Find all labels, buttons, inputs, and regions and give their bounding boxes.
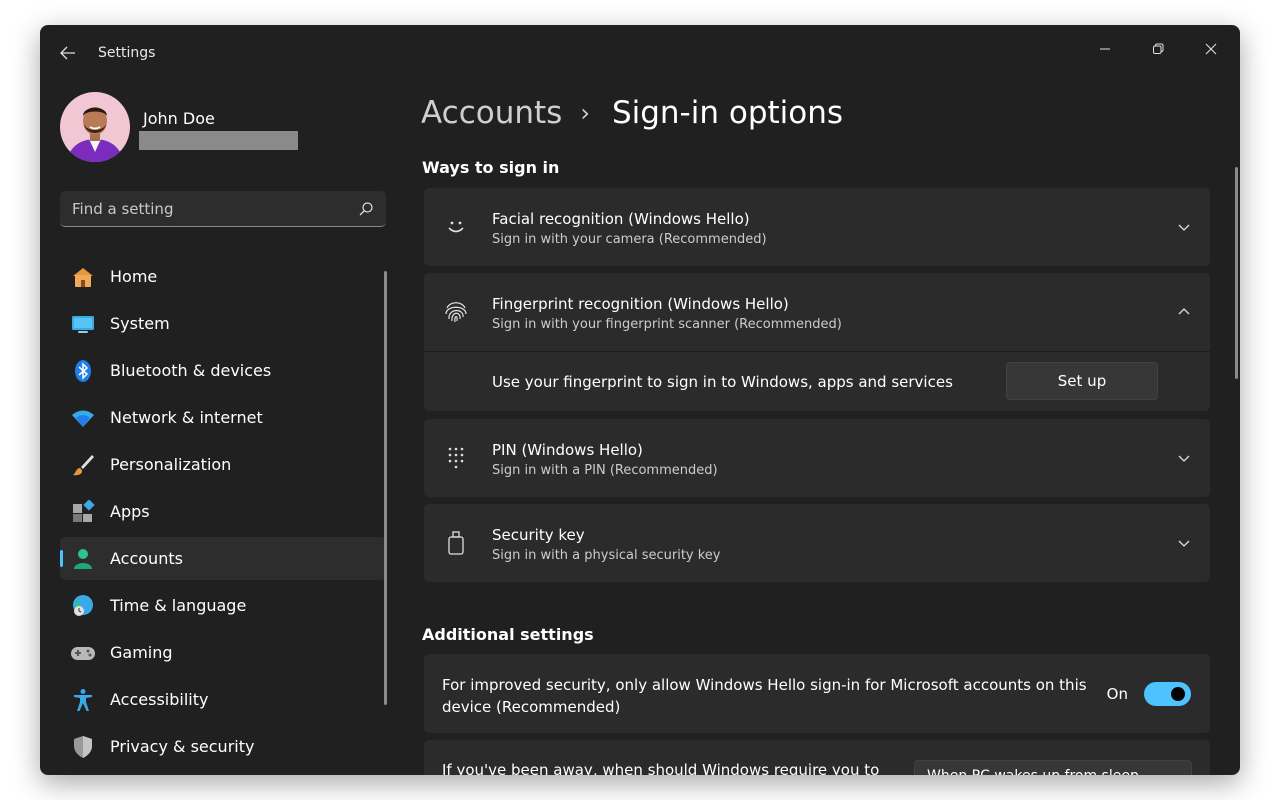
sidebar-item-home[interactable]: Home <box>60 255 386 298</box>
card-title: PIN (Windows Hello) <box>492 441 643 459</box>
sidebar-item-personalization[interactable]: Personalization <box>60 443 386 486</box>
gamepad-icon <box>70 640 96 666</box>
restore-button[interactable] <box>1138 33 1178 65</box>
sidebar-item-label: Time & language <box>110 596 247 615</box>
require-signin-setting-card: If you've been away, when should Windows… <box>424 740 1210 775</box>
home-icon <box>70 264 96 290</box>
page-title: Sign-in options <box>611 95 844 131</box>
section-title-ways: Ways to sign in <box>422 158 560 177</box>
face-icon <box>442 213 470 241</box>
sidebar-item-time-language[interactable]: Time & language <box>60 584 386 627</box>
sidebar-item-label: Accounts <box>110 549 183 568</box>
search-box <box>60 191 386 227</box>
globe-clock-icon <box>70 593 96 619</box>
sidebar-item-bluetooth[interactable]: Bluetooth & devices <box>60 349 386 392</box>
sidebar-item-label: Apps <box>110 502 150 521</box>
back-button[interactable] <box>54 39 82 67</box>
user-photo-icon <box>60 92 130 162</box>
require-signin-setting-text: If you've been away, when should Windows… <box>442 761 880 775</box>
sidebar-item-label: Personalization <box>110 455 232 474</box>
minimize-icon <box>1100 48 1110 50</box>
close-icon <box>1205 43 1217 55</box>
pin-card[interactable]: PIN (Windows Hello) Sign in with a PIN (… <box>424 419 1210 497</box>
fingerprint-setup-button[interactable]: Set up <box>1006 362 1158 400</box>
minimize-button[interactable] <box>1085 33 1125 65</box>
hello-only-toggle[interactable] <box>1144 682 1191 706</box>
fingerprint-icon <box>442 298 470 326</box>
sidebar-item-label: Network & internet <box>110 408 263 427</box>
chevron-down-icon <box>1178 540 1190 547</box>
fingerprint-recognition-card[interactable]: Fingerprint recognition (Windows Hello) … <box>424 273 1210 351</box>
chevron-up-icon <box>1178 308 1190 315</box>
card-subtitle: Sign in with a PIN (Recommended) <box>492 463 718 478</box>
sidebar-item-label: Bluetooth & devices <box>110 361 272 380</box>
card-title: Security key <box>492 526 585 544</box>
chevron-down-icon <box>1178 455 1190 462</box>
app-title: Settings <box>98 45 156 61</box>
search-icon[interactable] <box>358 201 374 217</box>
security-key-card[interactable]: Security key Sign in with a physical sec… <box>424 504 1210 582</box>
avatar[interactable] <box>60 92 130 162</box>
card-subtitle: Sign in with your camera (Recommended) <box>492 232 767 247</box>
brush-icon <box>70 452 96 478</box>
pin-keypad-icon <box>442 444 470 472</box>
sidebar-item-label: System <box>110 314 170 333</box>
back-arrow-icon <box>60 46 75 60</box>
sidebar-item-accounts[interactable]: Accounts <box>60 537 386 580</box>
sidebar-item-label: Gaming <box>110 643 173 662</box>
hello-only-setting-text: For improved security, only allow Window… <box>442 676 1087 716</box>
chevron-down-icon <box>1178 224 1190 231</box>
accessibility-icon <box>70 687 96 713</box>
breadcrumb: Accounts › Sign-in options <box>421 91 843 135</box>
main-scrollbar[interactable] <box>1235 167 1238 379</box>
toggle-state-label: On <box>1106 685 1128 703</box>
sidebar-item-system[interactable]: System <box>60 302 386 345</box>
sidebar-item-apps[interactable]: Apps <box>60 490 386 533</box>
card-subtitle: Sign in with your fingerprint scanner (R… <box>492 317 842 332</box>
card-title: Fingerprint recognition (Windows Hello) <box>492 295 789 313</box>
shield-icon <box>70 734 96 760</box>
facial-recognition-card[interactable]: Facial recognition (Windows Hello) Sign … <box>424 188 1210 266</box>
apps-icon <box>70 499 96 525</box>
section-title-additional: Additional settings <box>422 625 594 644</box>
sidebar-item-network[interactable]: Network & internet <box>60 396 386 439</box>
wifi-icon <box>70 405 96 431</box>
search-input[interactable] <box>60 191 364 227</box>
sidebar-item-label: Privacy & security <box>110 737 255 756</box>
user-name: John Doe <box>143 109 215 128</box>
close-button[interactable] <box>1191 33 1231 65</box>
fingerprint-setup-row: Use your fingerprint to sign in to Windo… <box>424 351 1210 411</box>
breadcrumb-parent[interactable]: Accounts <box>421 95 562 131</box>
breadcrumb-separator: › <box>580 99 590 127</box>
hello-only-setting-card: For improved security, only allow Window… <box>424 654 1210 733</box>
card-subtitle: Sign in with a physical security key <box>492 548 721 563</box>
sidebar-item-privacy[interactable]: Privacy & security <box>60 725 386 768</box>
sidebar-item-gaming[interactable]: Gaming <box>60 631 386 674</box>
sidebar-item-label: Home <box>110 267 158 286</box>
card-title: Facial recognition (Windows Hello) <box>492 210 750 228</box>
system-icon <box>70 311 96 337</box>
sidebar-nav: Home System Bluetooth & devices Network … <box>60 255 386 772</box>
fingerprint-setup-text: Use your fingerprint to sign in to Windo… <box>492 373 953 391</box>
restore-icon <box>1153 43 1164 54</box>
settings-window: Settings John Doe Find a setting Home Sy… <box>40 25 1240 775</box>
sidebar-scrollbar[interactable] <box>384 271 387 705</box>
accounts-icon <box>70 546 96 572</box>
require-signin-dropdown[interactable]: When PC wakes up from sleep <box>914 760 1192 775</box>
bluetooth-icon <box>70 358 96 384</box>
security-key-icon <box>442 529 470 557</box>
sidebar-item-label: Accessibility <box>110 690 209 709</box>
sidebar-item-accessibility[interactable]: Accessibility <box>60 678 386 721</box>
title-bar: Settings <box>40 25 1240 73</box>
user-email-redacted <box>139 131 298 150</box>
